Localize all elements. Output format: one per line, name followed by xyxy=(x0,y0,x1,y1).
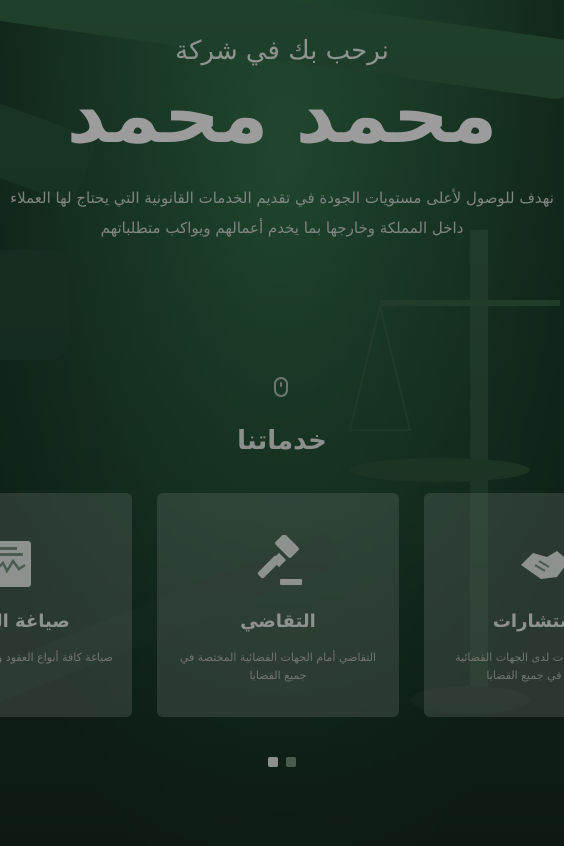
service-card-description: صياغة كافة أنواع العقود والوثائق والمستن… xyxy=(0,651,113,664)
service-card-description: التقاضي أمام الجهات القضائية المختصة في … xyxy=(179,651,377,682)
mouse-icon[interactable] xyxy=(274,377,288,397)
page: نرحب بك في شركة محمد محمد نهدف للوصول لأ… xyxy=(0,0,564,846)
contract-icon xyxy=(0,541,31,587)
hero-tagline: نهدف للوصول لأعلى مستويات الجودة في تقدي… xyxy=(10,189,554,237)
company-name-heading: محمد محمد xyxy=(66,71,498,161)
handshake-icon xyxy=(521,551,564,579)
service-card-consultations[interactable]: الاستشارات تقديم الاستشارات لدى الجهات ا… xyxy=(424,493,564,717)
carousel-dot-1[interactable] xyxy=(268,757,278,767)
service-card-title: الاستشارات xyxy=(492,611,564,632)
service-card-description: تقديم الاستشارات لدى الجهات القضائية الم… xyxy=(455,651,564,682)
carousel-pagination xyxy=(0,757,564,767)
carousel-dot-2[interactable] xyxy=(286,757,296,767)
service-card-litigation[interactable]: التقاضي التقاضي أمام الجهات القضائية الم… xyxy=(157,493,399,717)
services-carousel[interactable]: صياغة العقود صياغة كافة أنواع العقود وال… xyxy=(0,493,564,717)
service-card-contracts[interactable]: صياغة العقود صياغة كافة أنواع العقود وال… xyxy=(0,493,132,717)
service-card-title: صياغة العقود xyxy=(0,611,70,632)
service-card-title: التقاضي xyxy=(240,611,316,632)
welcome-text: نرحب بك في شركة xyxy=(175,36,389,66)
gavel-icon xyxy=(257,535,302,585)
services-heading: خدماتنا xyxy=(237,426,327,456)
